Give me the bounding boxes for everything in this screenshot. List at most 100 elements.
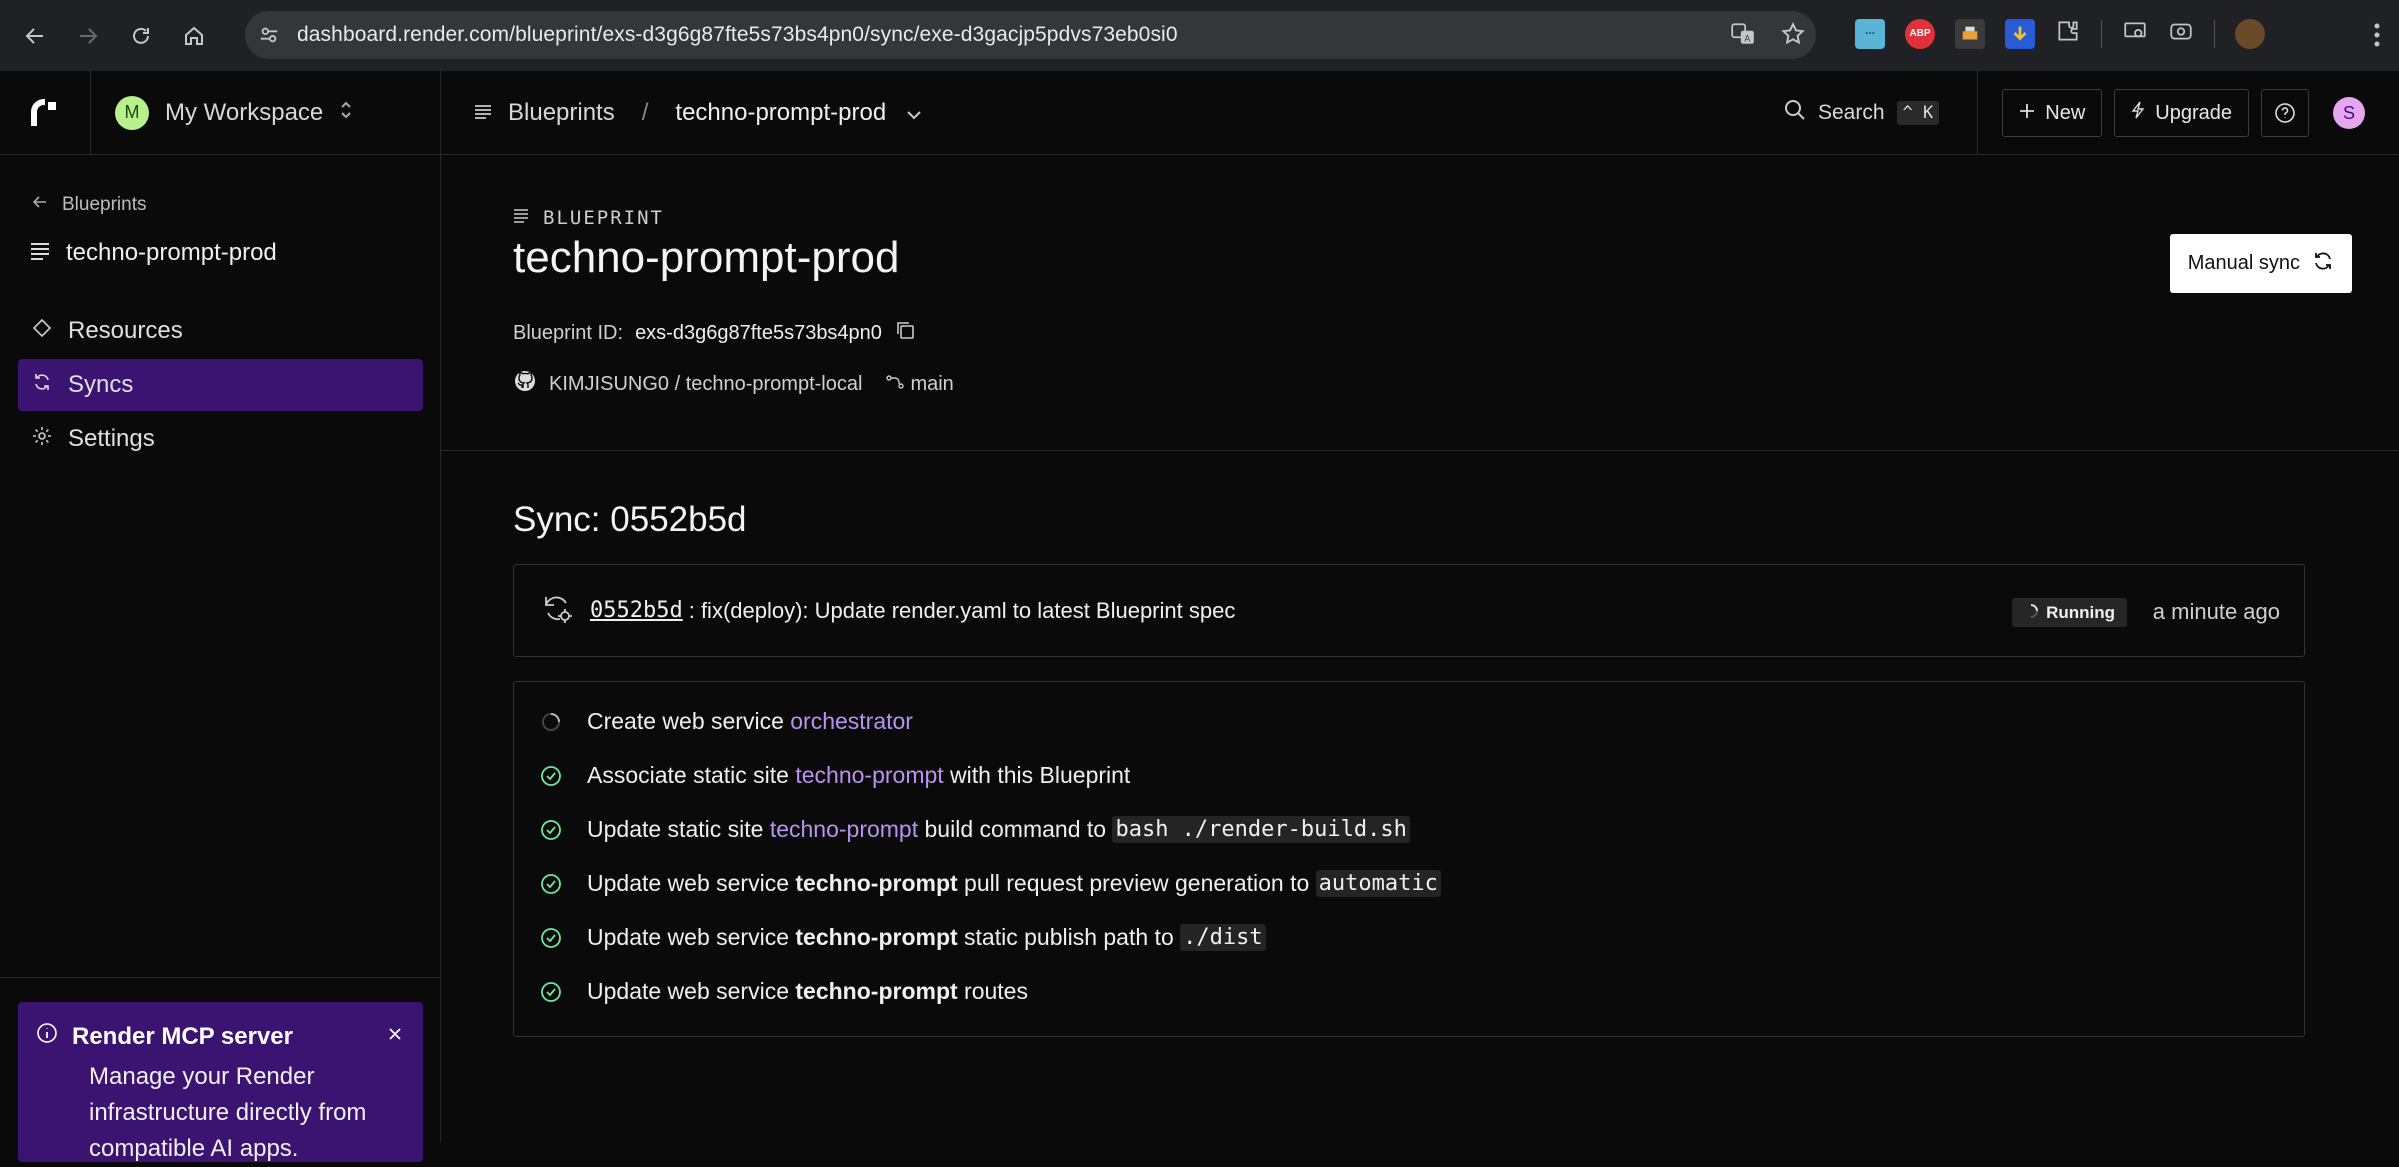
commit-hash-link[interactable]: 0552b5d xyxy=(590,598,683,623)
list-item: Associate static site techno-prompt with… xyxy=(540,762,1130,789)
render-logo-icon[interactable] xyxy=(0,70,91,155)
copy-icon[interactable] xyxy=(894,319,916,347)
new-label: New xyxy=(2045,101,2086,124)
service-link[interactable]: orchestrator xyxy=(790,708,913,735)
manual-sync-label: Manual sync xyxy=(2187,252,2300,274)
diamond-icon xyxy=(32,317,52,345)
browser-toolbar: dashboard.render.com/blueprint/exs-d3g6g… xyxy=(0,0,2399,71)
commit-card: 0552b5d : fix(deploy): Update render.yam… xyxy=(513,564,2305,657)
more-menu-icon[interactable] xyxy=(2373,22,2381,53)
blueprint-kind-label: BLUEPRINT xyxy=(513,207,664,229)
back-label: Blueprints xyxy=(62,194,147,215)
user-avatar[interactable]: S xyxy=(2333,97,2365,129)
reload-icon[interactable] xyxy=(123,18,159,54)
adblock-label: ABP xyxy=(1909,28,1931,39)
media-icon[interactable] xyxy=(2122,18,2148,49)
sync-title: Sync: 0552b5d xyxy=(513,500,747,539)
home-icon[interactable] xyxy=(176,18,212,54)
blueprint-icon xyxy=(474,99,492,127)
commit-time: a minute ago xyxy=(2152,599,2280,624)
sidebar-item-label: Resources xyxy=(68,317,183,344)
upgrade-label: Upgrade xyxy=(2155,101,2232,124)
status-label: Running xyxy=(2046,602,2115,622)
sidebar-item-label: Syncs xyxy=(68,371,134,398)
blueprint-icon xyxy=(30,239,50,267)
adblock-icon[interactable]: ABP xyxy=(1905,18,1935,49)
branch-name: main xyxy=(910,372,954,395)
extension-icon[interactable]: ⋯ xyxy=(1855,18,1885,49)
workspace-name: My Workspace xyxy=(165,98,324,126)
check-circle-icon xyxy=(540,927,562,949)
address-bar[interactable]: dashboard.render.com/blueprint/exs-d3g6g… xyxy=(245,11,1816,59)
blueprint-kind-text: BLUEPRINT xyxy=(543,207,664,229)
service-link[interactable]: techno-prompt xyxy=(770,816,918,843)
code-value: ./dist xyxy=(1180,924,1266,951)
workspace-avatar: M xyxy=(115,95,149,130)
spinner-icon xyxy=(2024,603,2039,623)
download-icon[interactable] xyxy=(2005,18,2035,49)
action-text: Update web service xyxy=(587,924,796,950)
new-button[interactable]: New xyxy=(2002,89,2103,137)
list-item: Update web service techno-prompt routes xyxy=(540,978,1028,1005)
blueprint-id-label: Blueprint ID: xyxy=(513,321,624,344)
blueprint-header: BLUEPRINT techno-prompt-prod Blueprint I… xyxy=(441,155,2399,451)
plus-icon xyxy=(2019,102,2035,125)
help-icon[interactable] xyxy=(2261,89,2309,137)
info-icon xyxy=(36,1022,58,1051)
printer-icon[interactable] xyxy=(1955,18,1985,49)
manual-sync-button[interactable]: Manual sync xyxy=(2169,234,2352,293)
chevron-down-icon[interactable] xyxy=(906,99,922,127)
code-value: bash ./render-build.sh xyxy=(1112,816,1410,843)
search-label: Search xyxy=(1818,101,1885,124)
breadcrumb: Blueprints / techno-prompt-prod xyxy=(441,99,922,127)
screenshot-icon[interactable] xyxy=(2168,18,2194,49)
blueprint-name-label: techno-prompt-prod xyxy=(66,239,277,266)
check-circle-icon xyxy=(540,819,562,841)
sidebar-item-resources[interactable]: Resources xyxy=(18,305,423,357)
toolbar-divider xyxy=(2214,19,2215,48)
arrow-left-icon xyxy=(32,194,48,216)
sidebar-header: M My Workspace xyxy=(0,70,440,155)
mcp-promo-card: Render MCP server Manage your Render inf… xyxy=(18,1002,423,1162)
search-shortcut: ^ K xyxy=(1896,101,1940,125)
repo-link[interactable]: KIMJISUNG0 / techno-prompt-local xyxy=(549,373,862,396)
list-item: Update web service techno-prompt pull re… xyxy=(540,870,1441,897)
service-link[interactable]: techno-prompt xyxy=(795,762,943,789)
breadcrumb-blueprints[interactable]: Blueprints xyxy=(474,99,615,127)
star-icon[interactable] xyxy=(1780,21,1806,52)
mcp-description: Manage your Render infrastructure direct… xyxy=(89,1063,367,1162)
breadcrumb-current: techno-prompt-prod xyxy=(675,98,887,126)
close-icon[interactable] xyxy=(387,1026,403,1047)
profile-avatar[interactable] xyxy=(2235,18,2265,49)
translate-icon[interactable]: A xyxy=(1730,21,1756,52)
extensions-icon[interactable] xyxy=(2055,18,2081,49)
repo-info: KIMJISUNG0 / techno-prompt-local main xyxy=(513,369,954,399)
branch: main xyxy=(886,372,954,396)
sync-icon xyxy=(2312,250,2334,278)
sidebar-item-syncs[interactable]: Syncs xyxy=(18,359,423,411)
check-circle-icon xyxy=(540,873,562,895)
sidebar-nav: Resources Syncs Settings xyxy=(18,305,423,467)
forward-icon[interactable] xyxy=(70,18,106,54)
action-text-suffix: pull request preview generation to xyxy=(957,870,1316,896)
sidebar: M My Workspace Blueprints techno-prompt-… xyxy=(0,70,441,1162)
blueprint-icon xyxy=(513,207,529,229)
site-settings-icon[interactable] xyxy=(251,17,287,53)
sync-gear-icon xyxy=(540,591,574,630)
service-name: techno-prompt xyxy=(795,978,958,1004)
sidebar-item-settings[interactable]: Settings xyxy=(18,413,423,465)
code-value: automatic xyxy=(1315,870,1441,897)
blueprint-id-value: exs-d3g6g87fte5s73bs4pn0 xyxy=(635,321,882,344)
branch-icon xyxy=(886,373,905,396)
upgrade-button[interactable]: Upgrade xyxy=(2114,89,2249,137)
workspace-switcher[interactable]: M My Workspace xyxy=(115,95,353,130)
action-text: Associate static site xyxy=(587,762,796,788)
back-icon[interactable] xyxy=(17,18,53,54)
back-to-blueprints-link[interactable]: Blueprints xyxy=(32,194,147,216)
search-button[interactable]: Search ^ K xyxy=(1784,99,1940,127)
sync-actions-list: Create web service orchestrator Associat… xyxy=(513,681,2305,1037)
action-text: Update web service xyxy=(587,870,796,896)
sidebar-item-label: Settings xyxy=(68,425,155,452)
chevron-updown-icon xyxy=(339,100,353,125)
spinner-icon xyxy=(540,711,562,733)
